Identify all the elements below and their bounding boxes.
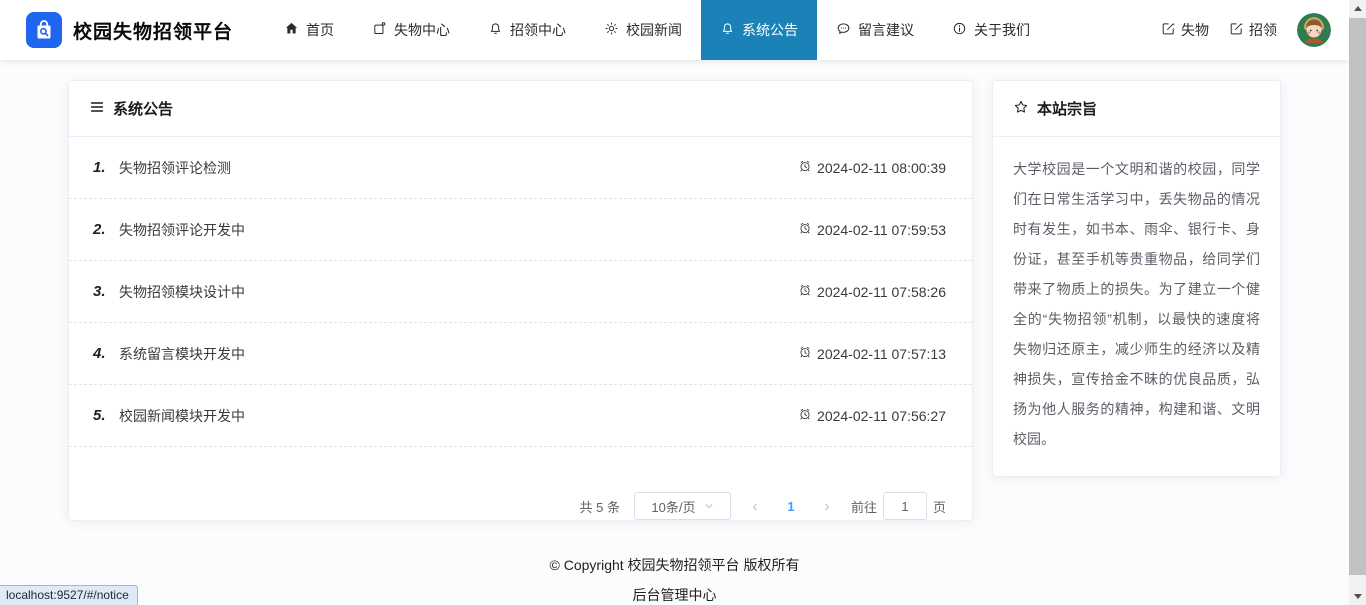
chat-icon xyxy=(836,21,851,39)
footer-admin-row: 后台管理中心 xyxy=(0,585,1349,605)
notice-time: 2024-02-11 08:00:39 xyxy=(798,159,946,176)
brand-title: 校园失物招领平台 xyxy=(73,21,234,43)
nav-item-label: 关于我们 xyxy=(974,22,1031,38)
main-nav: 首页 失物中心 招领中心 校园新闻 系统公告 留言建议 关于我们 xyxy=(265,0,1049,60)
notice-time: 2024-02-11 07:58:26 xyxy=(798,283,946,300)
site-purpose-header: 本站宗旨 xyxy=(993,81,1280,137)
scrollbar-down-button[interactable] xyxy=(1349,588,1366,605)
footer-copyright-row: © Copyright 校园失物招领平台 版权所有 xyxy=(0,555,1349,575)
nav-item-label: 招领中心 xyxy=(510,22,567,38)
nav-item-label: 失物中心 xyxy=(394,22,451,38)
notice-time-text: 2024-02-11 07:58:26 xyxy=(817,283,946,300)
report-lost-button[interactable]: 失物 xyxy=(1161,20,1209,40)
notice-time-text: 2024-02-11 08:00:39 xyxy=(817,159,946,176)
nav-item-suggestions[interactable]: 留言建议 xyxy=(817,0,933,60)
nav-item-lost-center[interactable]: 失物中心 xyxy=(353,0,469,60)
admin-center-link[interactable]: 后台管理中心 xyxy=(633,585,717,605)
sun-icon xyxy=(604,21,619,39)
nav-item-system-notice[interactable]: 系统公告 xyxy=(701,0,818,60)
notice-index: 4. xyxy=(93,345,106,362)
page-jumper: 前往 页 xyxy=(851,492,946,520)
scrollbar-thumb[interactable] xyxy=(1349,18,1366,575)
notice-card-title: 系统公告 xyxy=(113,101,174,118)
alarm-clock-icon xyxy=(798,159,812,176)
report-found-button[interactable]: 招领 xyxy=(1229,20,1277,40)
pagination: 共 5 条 10条/页 ‹ 1 › 前往 页 xyxy=(69,468,972,520)
browser-status-bubble: localhost:9527/#/notice xyxy=(0,585,138,605)
home-icon xyxy=(284,21,299,39)
notice-index: 5. xyxy=(93,407,106,424)
notice-title-link[interactable]: 失物招领评论开发中 xyxy=(119,220,245,240)
top-navbar: 校园失物招领平台 首页 失物中心 招领中心 校园新闻 系统公告 留言建议 关于我… xyxy=(0,0,1349,60)
triangle-down-icon xyxy=(1353,594,1362,599)
vertical-scrollbar[interactable] xyxy=(1349,0,1366,605)
notice-title-link[interactable]: 校园新闻模块开发中 xyxy=(119,406,245,426)
nav-item-label: 校园新闻 xyxy=(626,22,683,38)
notice-time: 2024-02-11 07:56:27 xyxy=(798,407,946,424)
brand[interactable]: 校园失物招领平台 xyxy=(0,0,259,60)
nav-item-found-center[interactable]: 招领中心 xyxy=(469,0,585,60)
nav-actions: 失物 招领 xyxy=(1161,0,1349,60)
notice-row[interactable]: 2. 失物招领评论开发中 2024-02-11 07:59:53 xyxy=(69,199,972,261)
notice-row[interactable]: 3. 失物招领模块设计中 2024-02-11 07:58:26 xyxy=(69,261,972,323)
site-purpose-card: 本站宗旨 大学校园是一个文明和谐的校园，同学们在日常生活学习中，丢失物品的情况时… xyxy=(992,80,1281,477)
notice-title-link[interactable]: 失物招领模块设计中 xyxy=(119,282,245,302)
next-page-button[interactable]: › xyxy=(815,498,839,515)
alarm-clock-icon xyxy=(798,345,812,362)
notice-time-text: 2024-02-11 07:56:27 xyxy=(817,407,946,424)
notice-index: 3. xyxy=(93,283,106,300)
notice-row[interactable]: 4. 系统留言模块开发中 2024-02-11 07:57:13 xyxy=(69,323,972,385)
edit-icon xyxy=(1229,21,1244,39)
notice-time: 2024-02-11 07:59:53 xyxy=(798,221,946,238)
triangle-up-icon xyxy=(1353,6,1362,11)
notice-title-link[interactable]: 失物招领评论检测 xyxy=(119,158,231,178)
notice-card-header: 系统公告 xyxy=(69,81,972,137)
info-icon xyxy=(952,21,967,39)
jumper-suffix: 页 xyxy=(932,499,946,515)
notice-index: 2. xyxy=(93,221,106,238)
edit-icon xyxy=(1161,21,1176,39)
report-lost-label: 失物 xyxy=(1181,22,1209,38)
user-avatar[interactable] xyxy=(1297,13,1331,47)
prev-page-button[interactable]: ‹ xyxy=(743,498,767,515)
notice-time: 2024-02-11 07:57:13 xyxy=(798,345,946,362)
alarm-clock-icon xyxy=(798,221,812,238)
alarm-clock-icon xyxy=(798,407,812,424)
nav-item-label: 留言建议 xyxy=(858,22,915,38)
site-purpose-title: 本站宗旨 xyxy=(1037,101,1098,118)
pagination-total: 共 5 条 xyxy=(579,499,620,515)
notice-row[interactable]: 1. 失物招领评论检测 2024-02-11 08:00:39 xyxy=(69,137,972,199)
notice-title-link[interactable]: 系统留言模块开发中 xyxy=(119,344,245,364)
app-logo-icon xyxy=(26,12,62,48)
nav-item-about-us[interactable]: 关于我们 xyxy=(933,0,1049,60)
site-purpose-content: 大学校园是一个文明和谐的校园，同学们在日常生活学习中，丢失物品的情况时有发生，如… xyxy=(1013,161,1260,447)
chevron-down-icon xyxy=(704,499,714,514)
page-jump-input[interactable] xyxy=(882,492,927,520)
nav-item-label: 系统公告 xyxy=(742,22,799,38)
page: 校园失物招领平台 首页 失物中心 招领中心 校园新闻 系统公告 留言建议 关于我… xyxy=(0,0,1366,605)
footer-copyright: © Copyright 校园失物招领平台 版权所有 xyxy=(549,557,800,573)
bell-icon xyxy=(720,21,735,39)
nav-item-home[interactable]: 首页 xyxy=(265,0,353,60)
scrollbar-up-button[interactable] xyxy=(1349,0,1366,17)
notice-list: 1. 失物招领评论检测 2024-02-11 08:00:39 2. 失物招领评… xyxy=(69,137,972,468)
copy-document-icon xyxy=(372,21,387,39)
alarm-clock-icon xyxy=(798,283,812,300)
page-number-1[interactable]: 1 xyxy=(779,499,803,514)
nav-item-label: 首页 xyxy=(306,22,335,38)
jumper-prefix: 前往 xyxy=(850,499,877,515)
bell-icon xyxy=(488,21,503,39)
nav-item-campus-news[interactable]: 校园新闻 xyxy=(585,0,701,60)
report-found-label: 招领 xyxy=(1249,22,1277,38)
page-size-value: 10条/页 xyxy=(651,499,696,515)
menu-icon xyxy=(89,99,105,119)
notice-index: 1. xyxy=(93,159,106,176)
star-icon xyxy=(1013,99,1029,119)
page-size-select[interactable]: 10条/页 xyxy=(633,492,731,520)
notice-time-text: 2024-02-11 07:57:13 xyxy=(817,345,946,362)
notice-row[interactable]: 5. 校园新闻模块开发中 2024-02-11 07:56:27 xyxy=(69,385,972,447)
notice-time-text: 2024-02-11 07:59:53 xyxy=(817,221,946,238)
notice-card: 系统公告 1. 失物招领评论检测 2024-02-11 08:00:39 2. … xyxy=(68,80,973,521)
